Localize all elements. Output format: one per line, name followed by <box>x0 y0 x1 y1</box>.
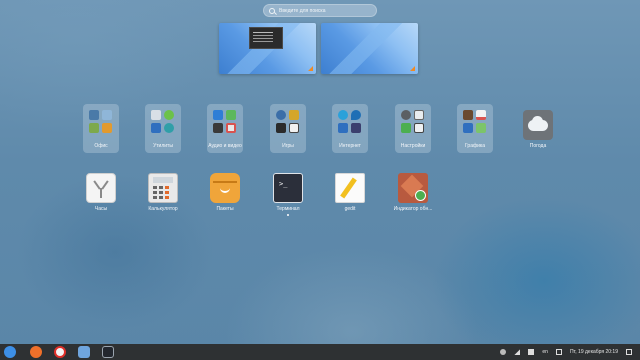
office-app-icon <box>89 123 99 133</box>
settings-app-icon <box>414 123 424 133</box>
search-icon <box>269 7 275 14</box>
keyboard-layout[interactable]: en <box>542 349 548 355</box>
internet-app-icon <box>338 110 348 120</box>
app-update-indicator[interactable]: Индикатор обн... <box>380 173 446 212</box>
volume-icon[interactable] <box>528 349 535 355</box>
media-app-icon <box>213 110 223 120</box>
folder-utilities[interactable]: Утилиты <box>130 104 196 153</box>
app-label: Индикатор обн... <box>393 206 433 212</box>
utility-app-icon <box>151 123 161 133</box>
media-app-icon <box>226 123 236 133</box>
app-label: Пакеты <box>216 206 234 212</box>
gedit-icon <box>335 173 365 203</box>
graphics-app-icon <box>463 123 473 133</box>
terminal-window-preview <box>249 27 283 49</box>
app-terminal[interactable]: >_ Терминал <box>255 173 321 216</box>
settings-app-icon <box>414 110 424 120</box>
search-input[interactable]: Введите для поиска <box>263 4 377 17</box>
internet-app-icon <box>351 123 361 133</box>
utility-app-icon <box>151 110 161 120</box>
workspace-marker-icon <box>410 66 415 71</box>
office-app-icon <box>102 110 112 120</box>
workspace-marker-icon <box>308 66 313 71</box>
app-weather[interactable]: Погода <box>505 110 571 149</box>
office-app-icon <box>89 110 99 120</box>
app-label: Калькулятор <box>148 206 178 212</box>
app-clock[interactable]: Часы <box>68 173 134 212</box>
app-label: Часы <box>94 206 108 212</box>
media-app-icon <box>213 123 223 133</box>
graphics-app-icon <box>476 110 486 120</box>
graphics-app-icon <box>476 123 486 133</box>
workspace-2-thumbnail[interactable] <box>321 23 418 74</box>
yandex-browser-icon[interactable] <box>54 346 66 358</box>
search-placeholder: Введите для поиска <box>279 7 326 14</box>
running-indicator <box>287 214 289 216</box>
folder-games-tile: Игры <box>270 104 306 153</box>
game-app-icon <box>276 110 286 120</box>
clipboard-icon[interactable] <box>555 349 562 355</box>
folder-office[interactable]: Офис <box>68 104 134 153</box>
datetime[interactable]: Пт, 19 декабря 20:19 <box>570 349 618 355</box>
internet-app-icon <box>338 123 348 133</box>
firefox-icon[interactable] <box>30 346 42 358</box>
folder-label: Игры <box>282 143 294 149</box>
folder-label: Аудио и видео <box>208 143 242 149</box>
game-app-icon <box>276 123 286 133</box>
folder-graphics[interactable]: Графика <box>442 104 508 153</box>
packages-icon <box>210 173 240 203</box>
settings-app-icon <box>401 110 411 120</box>
clock-icon <box>86 173 116 203</box>
app-label: Погода <box>529 143 547 149</box>
folder-settings-tile: Настройки <box>395 104 431 153</box>
folder-office-tile: Офис <box>83 104 119 153</box>
app-label: gedit <box>344 206 356 212</box>
workspace-1-thumbnail[interactable] <box>219 23 316 74</box>
start-menu-icon[interactable] <box>4 346 16 358</box>
folder-label: Утилиты <box>153 143 173 149</box>
update-indicator-icon <box>398 173 428 203</box>
folder-utilities-tile: Утилиты <box>145 104 181 153</box>
folder-internet-tile: Интернет <box>332 104 368 153</box>
file-manager-icon[interactable] <box>78 346 90 358</box>
folder-games[interactable]: Игры <box>255 104 321 153</box>
app-label: Терминал <box>276 206 300 212</box>
office-app-icon <box>102 123 112 133</box>
utility-app-icon <box>164 123 174 133</box>
calculator-icon <box>148 173 178 203</box>
folder-audio-video[interactable]: Аудио и видео <box>192 104 258 153</box>
folder-label: Графика <box>465 143 485 149</box>
graphics-app-icon <box>463 110 473 120</box>
folder-label: Настройки <box>400 143 426 149</box>
app-calculator[interactable]: Калькулятор <box>130 173 196 212</box>
terminal-icon: >_ <box>273 173 303 203</box>
folder-internet[interactable]: Интернет <box>317 104 383 153</box>
game-app-icon <box>289 110 299 120</box>
folder-settings[interactable]: Настройки <box>380 104 446 153</box>
notifications-icon[interactable] <box>500 349 507 355</box>
internet-app-icon <box>351 110 361 120</box>
network-icon[interactable] <box>514 349 521 355</box>
taskbar: en Пт, 19 декабря 20:19 <box>0 344 640 360</box>
folder-label: Офис <box>94 143 108 149</box>
game-app-icon <box>289 123 299 133</box>
app-gedit[interactable]: gedit <box>317 173 383 212</box>
utility-app-icon <box>164 110 174 120</box>
show-desktop-icon[interactable] <box>626 349 632 355</box>
app-packages[interactable]: Пакеты <box>192 173 258 212</box>
media-app-icon <box>226 110 236 120</box>
weather-icon <box>523 110 553 140</box>
folder-audio-video-tile: Аудио и видео <box>207 104 243 153</box>
terminal-taskbar-icon[interactable] <box>102 346 114 358</box>
folder-graphics-tile: Графика <box>457 104 493 153</box>
folder-label: Интернет <box>339 143 361 149</box>
settings-app-icon <box>401 123 411 133</box>
